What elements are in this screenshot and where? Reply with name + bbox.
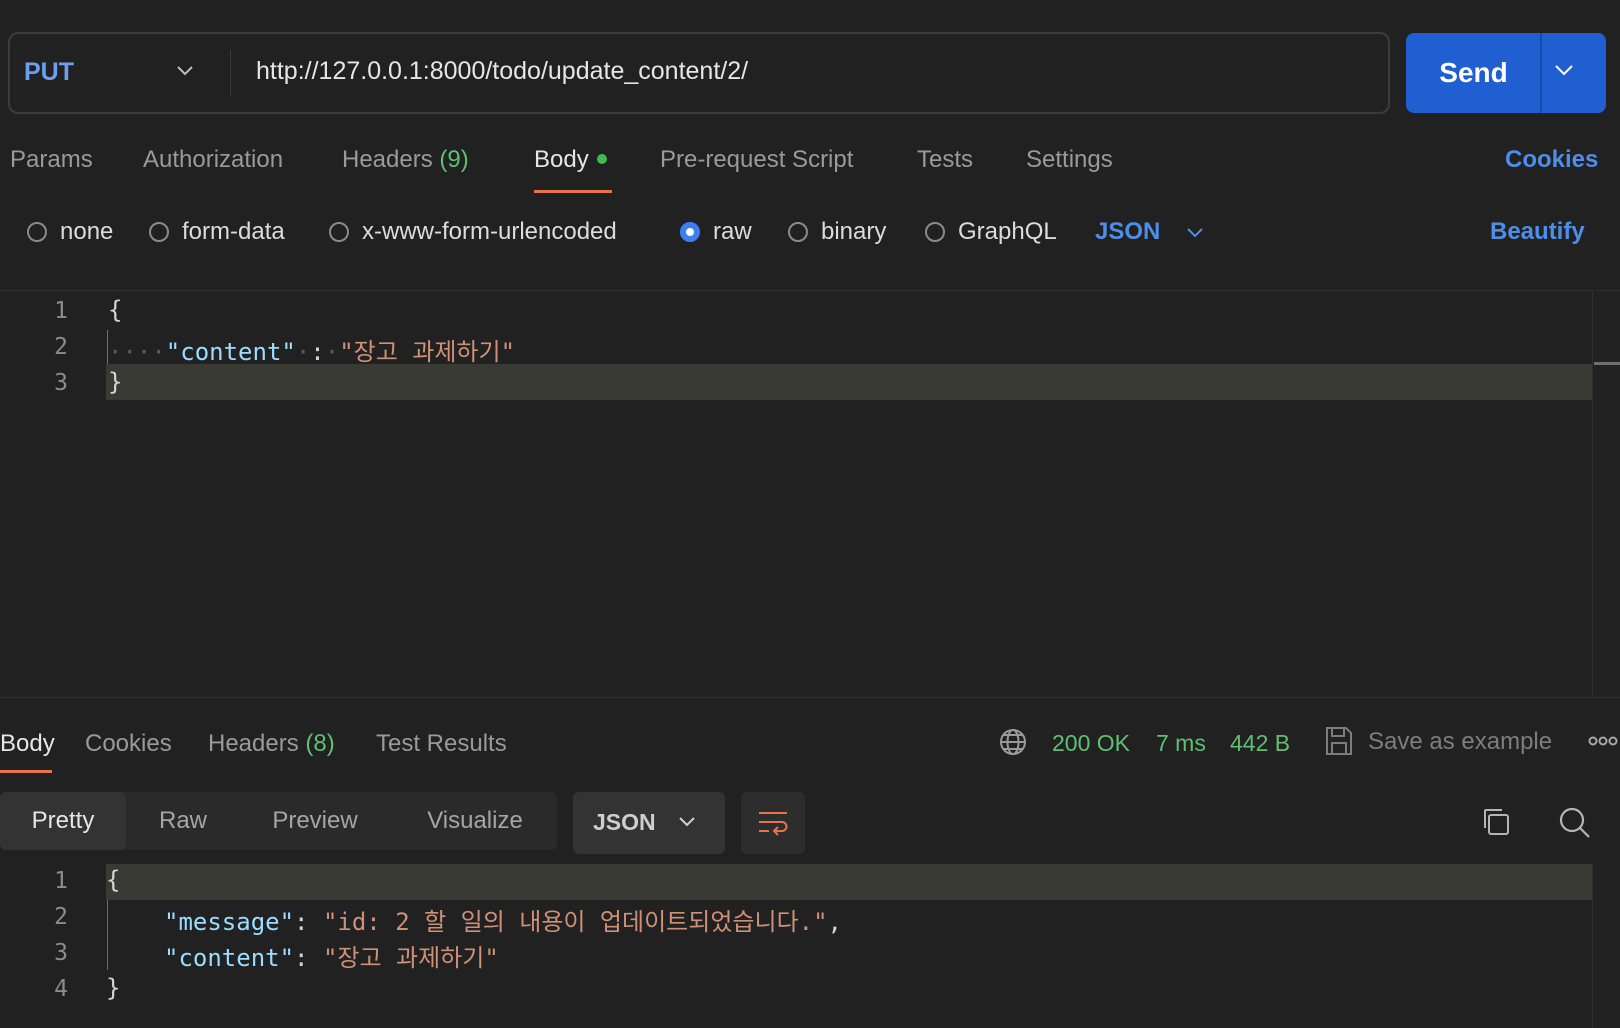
- globe-icon[interactable]: [998, 727, 1028, 762]
- tab-params[interactable]: Params: [10, 146, 93, 174]
- scrollbar-marker: [1594, 362, 1620, 365]
- json-value: "장고 과제하기": [339, 338, 516, 366]
- response-format-label[interactable]: JSON: [593, 809, 656, 836]
- response-tab-test-results[interactable]: Test Results: [376, 730, 507, 758]
- cookies-link[interactable]: Cookies: [1505, 146, 1598, 174]
- status-code[interactable]: 200 OK: [1052, 730, 1130, 757]
- send-divider: [1540, 33, 1542, 113]
- save-as-example-button[interactable]: Save as example: [1368, 728, 1552, 756]
- view-pretty-button[interactable]: Pretty: [0, 792, 126, 850]
- response-size[interactable]: 442 B: [1230, 730, 1290, 757]
- headers-count: (9): [439, 146, 469, 173]
- tab-headers-label: Headers: [342, 146, 433, 173]
- radio-urlencoded[interactable]: [329, 222, 349, 242]
- json-value: "id: 2 할 일의 내용이 업데이트되었습니다.": [322, 908, 828, 936]
- json-colon: :: [310, 338, 325, 366]
- send-button[interactable]: Send: [1406, 33, 1541, 113]
- response-tab-headers-label: Headers: [208, 730, 299, 757]
- chevron-down-icon[interactable]: [176, 64, 194, 82]
- response-scrollbar[interactable]: [1592, 862, 1593, 1028]
- line-number: 1: [54, 298, 68, 324]
- tab-authorization[interactable]: Authorization: [143, 146, 283, 174]
- wrap-lines-icon: [757, 809, 789, 842]
- tab-settings[interactable]: Settings: [1026, 146, 1113, 174]
- response-close-brace[interactable]: }: [106, 974, 120, 1002]
- view-preview-button[interactable]: Preview: [255, 792, 375, 850]
- save-icon[interactable]: [1324, 725, 1354, 762]
- chevron-down-icon[interactable]: [1186, 226, 1204, 244]
- radio-graphql-label[interactable]: GraphQL: [958, 218, 1057, 246]
- line-number: 3: [54, 940, 68, 966]
- url-divider: [230, 50, 231, 96]
- pane-divider[interactable]: [0, 697, 1620, 698]
- editor-scrollbar[interactable]: [1592, 291, 1593, 697]
- wrap-lines-button[interactable]: [741, 792, 805, 854]
- radio-urlencoded-label[interactable]: x-www-form-urlencoded: [362, 218, 617, 246]
- url-input[interactable]: http://127.0.0.1:8000/todo/update_conten…: [256, 57, 748, 86]
- code-open-brace[interactable]: {: [108, 296, 122, 324]
- tab-pre-request-script[interactable]: Pre-request Script: [660, 146, 853, 174]
- chevron-down-icon[interactable]: [1554, 63, 1574, 82]
- search-icon[interactable]: [1558, 806, 1592, 845]
- response-line-message[interactable]: "message": "id: 2 할 일의 내용이 업데이트되었습니다.",: [164, 902, 842, 937]
- modified-dot-icon: [596, 153, 607, 164]
- response-tab-headers[interactable]: Headers (8): [208, 730, 335, 758]
- active-tab-indicator: [534, 190, 612, 193]
- body-format-selector[interactable]: JSON: [1095, 218, 1160, 246]
- tab-body[interactable]: Body: [534, 146, 607, 174]
- line-number: 4: [54, 976, 68, 1002]
- response-line-content[interactable]: "content": "장고 과제하기": [164, 938, 499, 973]
- tab-tests[interactable]: Tests: [917, 146, 973, 174]
- line-number: 2: [54, 334, 68, 360]
- chevron-down-icon[interactable]: [678, 815, 696, 833]
- more-options-icon[interactable]: [1588, 734, 1618, 753]
- radio-form-data-label[interactable]: form-data: [182, 218, 285, 246]
- line-number: 2: [54, 904, 68, 930]
- radio-raw[interactable]: [680, 222, 700, 242]
- radio-graphql[interactable]: [925, 222, 945, 242]
- response-time[interactable]: 7 ms: [1156, 730, 1206, 757]
- indent-guide: [107, 900, 108, 970]
- json-key: "message": [164, 908, 295, 936]
- line-number: 1: [54, 868, 68, 894]
- tab-headers[interactable]: Headers (9): [342, 146, 469, 174]
- radio-none[interactable]: [27, 222, 47, 242]
- json-key: "content": [165, 338, 296, 366]
- code-line-content[interactable]: ····"content"·:·"장고 과제하기": [108, 332, 515, 367]
- copy-icon[interactable]: [1480, 806, 1512, 843]
- radio-raw-label[interactable]: raw: [713, 218, 752, 246]
- json-value: "장고 과제하기": [322, 944, 499, 972]
- code-close-brace[interactable]: }: [108, 368, 122, 396]
- send-button-group: Send: [1406, 33, 1606, 113]
- radio-form-data[interactable]: [149, 222, 169, 242]
- current-line-highlight: [106, 364, 1592, 400]
- json-key: "content": [164, 944, 295, 972]
- response-tab-body[interactable]: Body: [0, 730, 55, 758]
- radio-none-label[interactable]: none: [60, 218, 113, 246]
- current-line-highlight: [106, 864, 1592, 900]
- view-raw-button[interactable]: Raw: [135, 792, 231, 850]
- response-tab-cookies[interactable]: Cookies: [85, 730, 172, 758]
- radio-binary-label[interactable]: binary: [821, 218, 886, 246]
- tab-body-label: Body: [534, 146, 589, 173]
- active-tab-indicator: [0, 770, 52, 773]
- response-headers-count: (8): [305, 730, 335, 757]
- response-open-brace[interactable]: {: [106, 866, 120, 894]
- radio-binary[interactable]: [788, 222, 808, 242]
- editor-divider: [0, 290, 1620, 291]
- method-selector[interactable]: PUT: [24, 58, 74, 87]
- beautify-button[interactable]: Beautify: [1490, 218, 1585, 246]
- view-visualize-button[interactable]: Visualize: [410, 792, 540, 850]
- line-number: 3: [54, 370, 68, 396]
